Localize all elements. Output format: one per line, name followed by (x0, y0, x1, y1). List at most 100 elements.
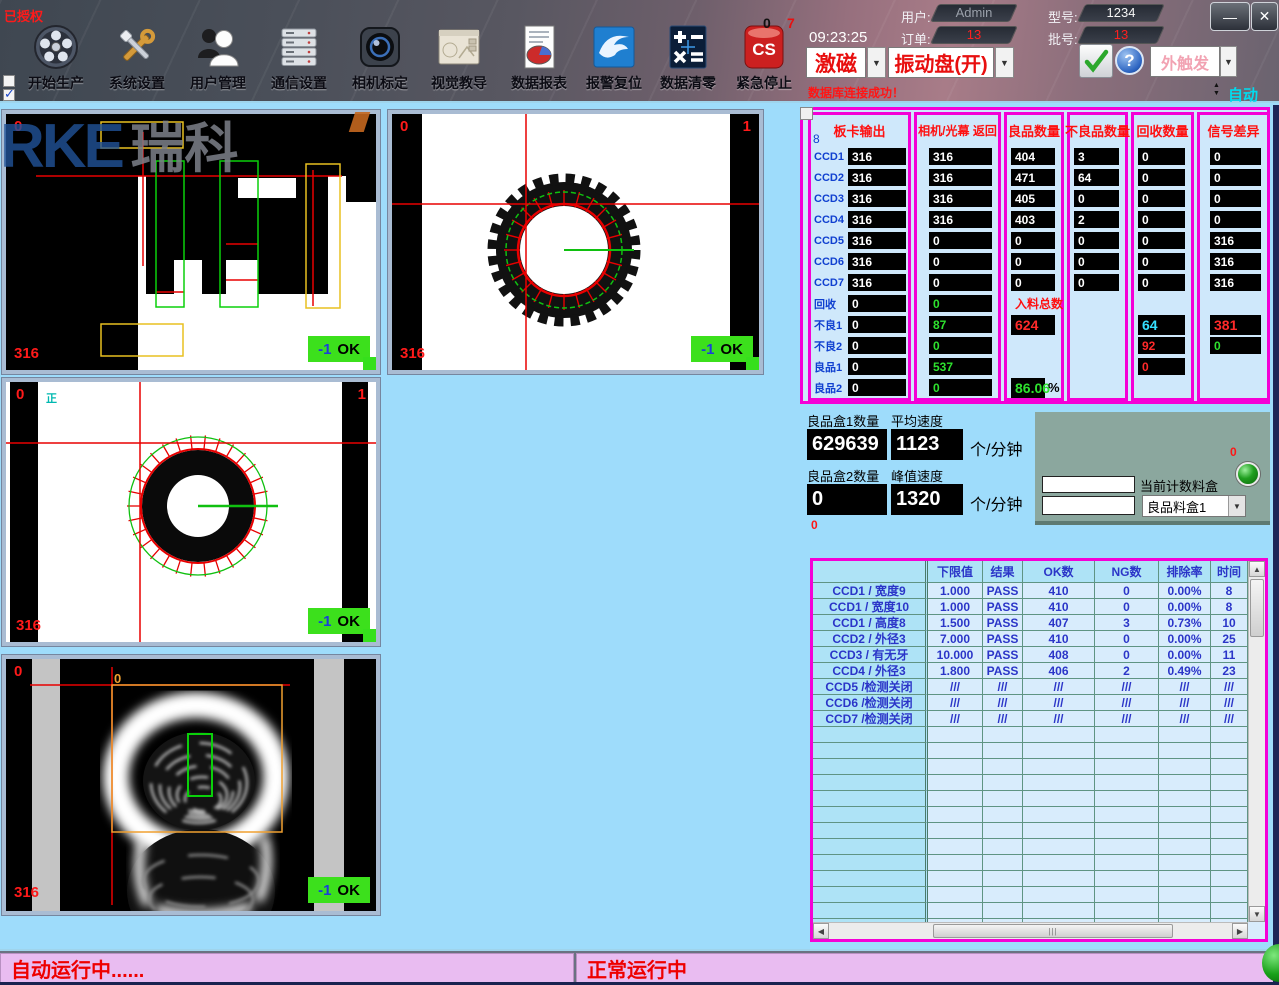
vibration-plate-button[interactable]: 振动盘(开) (888, 47, 994, 78)
vision-teaching-button[interactable]: 视觉教导 (420, 24, 498, 93)
stats-row: 316 (917, 188, 998, 209)
estop-counter-alarm: 7 (787, 15, 795, 31)
current-tray-label: 当前计数料盒 (1140, 476, 1218, 495)
stats-row: 0 (1200, 335, 1267, 356)
results-row (813, 823, 1248, 839)
stats-row: 471 (1007, 167, 1061, 188)
results-row: CCD4 / 外径31.800PASS40620.49%23 (813, 663, 1248, 679)
results-cell: PASS (983, 615, 1023, 631)
communication-settings-button[interactable]: 通信设置 (260, 24, 338, 93)
stats-row: 0 (1007, 272, 1061, 293)
stats-row: 0 (1134, 209, 1191, 230)
help-button[interactable]: ? (1115, 46, 1144, 75)
stats-row: 0 (1134, 356, 1191, 377)
stats-value: 316 (1210, 232, 1261, 249)
scroll-left-arrow[interactable]: ◀ (813, 923, 829, 939)
stats-row-label: CCD4 (811, 214, 848, 226)
data-report-button[interactable]: 数据报表 (500, 24, 578, 93)
results-item-name (813, 743, 928, 759)
stats-value: 0 (1210, 337, 1261, 354)
system-settings-button[interactable]: 系统设置 (98, 24, 176, 93)
results-cell: 408 (1023, 647, 1095, 663)
camera-calibration-button[interactable]: 相机标定 (341, 24, 419, 93)
results-row: CCD2 / 外径37.000PASS41000.00%25 (813, 631, 1248, 647)
vscroll-thumb[interactable] (1250, 579, 1264, 637)
tray-select-arrow[interactable]: ▼ (1228, 496, 1245, 516)
scroll-up-arrow[interactable]: ▲ (1249, 561, 1265, 577)
results-cell: 0 (1095, 631, 1159, 647)
results-cell (1159, 823, 1211, 839)
close-button[interactable]: ✕ (1251, 2, 1278, 31)
minimize-button[interactable]: — (1210, 2, 1250, 31)
results-cell: 10 (1211, 615, 1248, 631)
stats-checkbox[interactable] (800, 107, 813, 120)
results-cell (983, 727, 1023, 743)
confirm-button[interactable] (1079, 44, 1113, 78)
vibration-dropdown-arrow[interactable]: ▼ (995, 47, 1014, 78)
emergency-stop-button[interactable]: CS 紧急停止 (725, 24, 803, 93)
stats-value: 0 (1011, 232, 1055, 249)
trigger-mode-select[interactable]: 外触发 (1150, 46, 1220, 77)
stats-row: 381 (1200, 314, 1267, 335)
stats-value: 316 (848, 274, 906, 291)
stats-row: 404 (1007, 146, 1061, 167)
stats-value: 471 (1011, 169, 1055, 186)
start-production-button[interactable]: 开始生产 (17, 24, 95, 93)
results-corner-cell (813, 561, 928, 583)
tray-input-1[interactable] (1042, 476, 1135, 493)
stats-row: CCD7316 (811, 272, 908, 293)
results-item-name: CCD2 / 外径3 (813, 631, 928, 647)
results-hscrollbar[interactable]: ◀ ||| ▶ (813, 922, 1248, 939)
hscroll-thumb[interactable]: ||| (933, 924, 1173, 938)
camera-view-2: 0 1 316 -1OK (388, 110, 763, 374)
tool-label: 视觉教导 (420, 73, 498, 93)
db-status-message: 数据库连接成功！ (808, 84, 904, 101)
excite-button[interactable]: 激磁 (806, 47, 866, 78)
results-cell (983, 775, 1023, 791)
stats-row (1200, 377, 1267, 398)
excite-dropdown-arrow[interactable]: ▼ (867, 47, 886, 78)
alarm-reset-button[interactable]: 报警复位 (575, 24, 653, 93)
camera-view-1: 0 316 -1OK (2, 110, 380, 374)
stats-row: 0 (917, 251, 998, 272)
application-window: 已授权 ✓ 开始生产 系统设置 用户管 (0, 0, 1279, 985)
results-cell (1023, 871, 1095, 887)
results-cell (1023, 823, 1095, 839)
results-cell: 410 (1023, 631, 1095, 647)
results-cell (928, 871, 983, 887)
results-row (813, 903, 1248, 919)
results-cell (1211, 839, 1248, 855)
results-cell (1211, 727, 1248, 743)
results-vscrollbar[interactable]: ▲ ▼ (1248, 561, 1265, 922)
stats-value: 404 (1011, 148, 1055, 165)
tool-label: 报警复位 (575, 73, 653, 93)
stats-row: 0 (1200, 167, 1267, 188)
tool-label: 系统设置 (98, 73, 176, 93)
stats-row: 0 (1134, 188, 1191, 209)
cam2-index: 0 (400, 118, 408, 135)
results-cell: /// (1095, 679, 1159, 695)
stats-row: CCD6316 (811, 251, 908, 272)
stats-row: 0 (917, 293, 998, 314)
scroll-down-arrow[interactable]: ▼ (1249, 906, 1265, 922)
stats-row: 316 (917, 146, 998, 167)
stats-row-label: 不良2 (811, 338, 848, 354)
results-cell: 0 (1095, 599, 1159, 615)
auto-spinner[interactable]: ▲▼ (1213, 82, 1220, 98)
user-management-button[interactable]: 用户管理 (179, 24, 257, 93)
trigger-dropdown-arrow[interactable]: ▼ (1220, 46, 1237, 77)
scroll-right-arrow[interactable]: ▶ (1232, 923, 1248, 939)
results-cell: PASS (983, 583, 1023, 599)
toolbar-checkbox-2[interactable]: ✓ (3, 89, 15, 101)
stats-value: 0 (1210, 211, 1261, 228)
stats-row: 0 (1007, 230, 1061, 251)
tray-select[interactable]: 良品料盒1 ▼ (1142, 495, 1246, 517)
results-cell (983, 887, 1023, 903)
tray-led-count: 0 (1230, 445, 1237, 459)
results-row (813, 759, 1248, 775)
stats-group-header: 良品数量 (1007, 115, 1061, 146)
stats-row (1070, 314, 1125, 335)
results-cell (983, 855, 1023, 871)
data-clear-button[interactable]: 数据清零 (649, 24, 727, 93)
tray-input-2[interactable] (1042, 496, 1135, 515)
